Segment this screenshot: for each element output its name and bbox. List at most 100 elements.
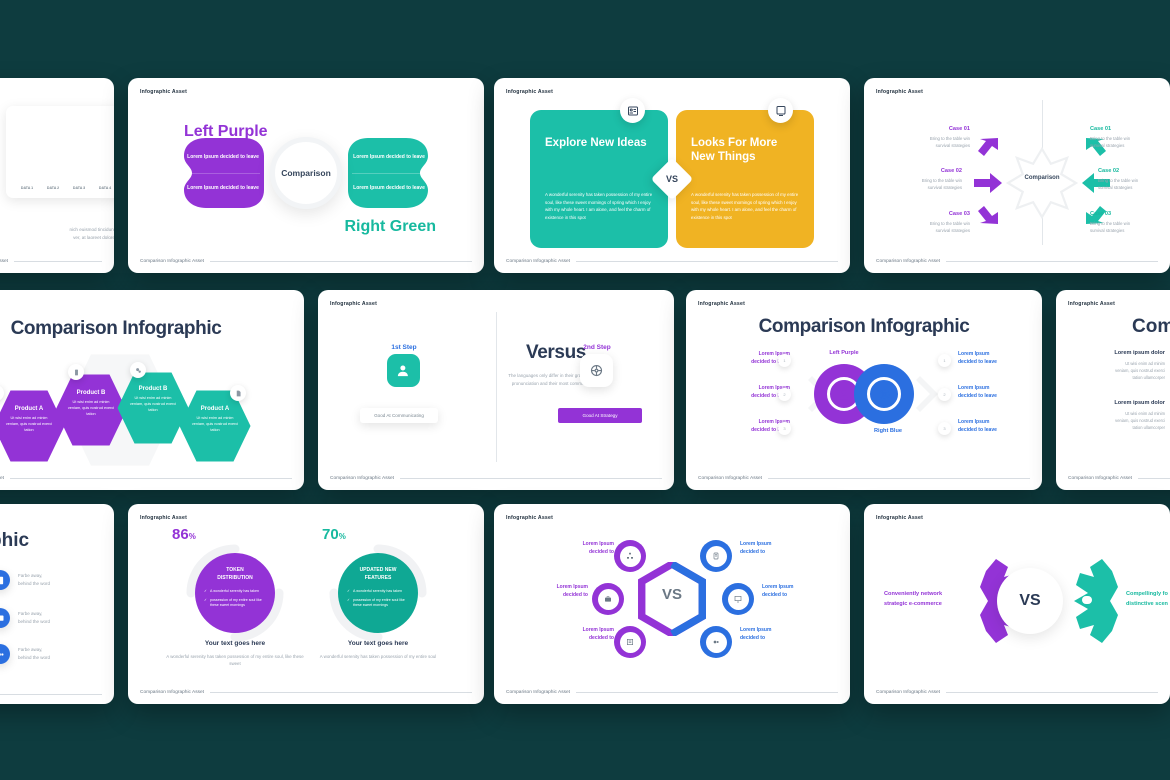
slide-hexagon-products[interactable]: Infographic Asset Comparison Infographic… (0, 290, 304, 490)
footer-rule (946, 692, 1158, 693)
list-item[interactable]: Farbe away, behind the word (0, 570, 50, 590)
left-item-2: Lorem Ipsum decided to leave (187, 185, 259, 191)
case-body: Bring to the table win survival strategi… (921, 178, 962, 191)
node-left-3[interactable] (614, 626, 646, 658)
slide-header: Infographic Asset (506, 89, 554, 95)
footer-text: Comparison Infographic Asset (876, 259, 940, 264)
slide-two-circles[interactable]: Infographic Asset Comparison Infographic… (686, 290, 1042, 490)
slide-title: Com (1132, 316, 1170, 337)
footer-rule (576, 692, 838, 693)
slide-title: Versus (526, 342, 586, 363)
slide-hexagon-vs-nodes[interactable]: Infographic Asset VS Lorem Ipsum decided… (494, 504, 850, 704)
left-donut-bullets: A wonderful serenity has taken possessio… (195, 589, 275, 612)
x-tick: DATA 2 (46, 186, 60, 190)
user-icon[interactable] (387, 354, 420, 387)
footer-rule (0, 694, 102, 695)
left-donut[interactable]: TOKEN DISTRIBUTION A wonderful serenity … (195, 553, 275, 633)
slide-partial-icon-list[interactable]: phic Farbe away, behind the word Farbe a… (0, 504, 114, 704)
slide-explore-vs-looks[interactable]: Infographic Asset Explore New Ideas A wo… (494, 78, 850, 273)
node-left-3-label: Lorem Ipsum decided to (582, 627, 614, 642)
block-title: Lorem ipsum dolor (1114, 400, 1165, 406)
footer-rule (14, 261, 102, 262)
footer-text: Comparison Infographic Asset (0, 476, 4, 481)
slide-title: Comparison Infographic (10, 318, 222, 339)
right-item-2: Lorem Ipsum decided to leave (353, 185, 425, 191)
slide-header: Infographic Asset (876, 515, 924, 521)
right-label: Compellingly fo distinctive scen (1126, 591, 1168, 607)
case-body: Bring to the table win survival strategi… (1090, 136, 1131, 149)
slide-footer: Comparison Infographic Asset (698, 476, 1030, 481)
footer-rule (210, 692, 472, 693)
center-star-shape (1005, 146, 1079, 220)
left-panel-body: A wonderful serenity has taken possessio… (545, 192, 653, 221)
list-item[interactable]: Farbe away, behind the word (0, 608, 50, 628)
contact-icon (0, 570, 10, 590)
node-left-2[interactable] (592, 583, 624, 615)
footer-text: Comparison Infographic Asset (0, 259, 8, 264)
node-right-3[interactable] (700, 626, 732, 658)
slide-bar-chart[interactable]: DATA 1 DATA 2 DATA 3 DATA 4 nich euismod… (0, 78, 114, 273)
slide-footer: Comparison Infographic Asset (330, 476, 662, 481)
case-title: Case 03 (1090, 211, 1112, 217)
footer-text: Comparison Infographic Asset (140, 690, 204, 695)
node-left-1[interactable] (614, 540, 646, 572)
list-item-label: Farbe away, behind the word (18, 611, 51, 624)
id-card-icon (620, 98, 645, 123)
slide-left-purple-right-green[interactable]: Infographic Asset Left Purple Right Gree… (128, 78, 484, 273)
right-panel-title: Looks For More New Things (691, 137, 778, 164)
footer-rule (576, 261, 838, 262)
right-label: Right Blue (874, 428, 902, 434)
left-number-2: 2 (778, 388, 791, 401)
node-right-2[interactable] (722, 583, 754, 615)
right-circle[interactable] (854, 364, 914, 424)
footer-rule (1138, 478, 1170, 479)
right-donut-bullets: A wonderful serenity has taken possessio… (338, 589, 418, 612)
right-donut[interactable]: UPDATED NEW FEATURES A wonderful serenit… (338, 553, 418, 633)
footer-text: Comparison Infographic Asset (1068, 476, 1132, 481)
left-case-1: Case 01 Bring to the table win survival … (898, 126, 970, 149)
slide-footer: Comparison Infographic Asset (506, 690, 838, 695)
caption-title: Your text goes here (347, 640, 409, 647)
right-item-1: Lorem Ipsum decided to leave (353, 154, 425, 160)
right-panel[interactable]: Looks For More New Things A wonderful se… (676, 110, 814, 248)
gears-icon (0, 644, 10, 664)
node-right-1[interactable] (700, 540, 732, 572)
x-tick: DATA 4 (98, 186, 112, 190)
arrow-left-bot-icon (978, 206, 998, 224)
step1-label: 1st Step (391, 344, 417, 351)
right-gear-notch (1082, 596, 1092, 604)
slide-header: Infographic Asset (330, 301, 378, 307)
center-label: Comparison (281, 168, 331, 178)
left-panel[interactable]: Explore New Ideas A wonderful serenity h… (530, 110, 668, 248)
arrow-left-mid-icon (974, 173, 1002, 193)
slide-gear-vs[interactable]: Infographic Asset VS Conveniently networ… (864, 504, 1170, 704)
network-icon[interactable] (580, 354, 613, 387)
bar-chart-x-labels: DATA 1 DATA 2 DATA 3 DATA 4 (14, 186, 114, 190)
slide-percent-donuts[interactable]: Infographic Asset 86% TOKEN DISTRIBUTION… (128, 504, 484, 704)
slide-footer: Comparison Infographic Asset (0, 259, 102, 264)
vs-label: VS (661, 586, 682, 603)
text-block-2: Lorem ipsum dolor Ut wisi enim ad minim … (1070, 400, 1165, 431)
footer-text: Comparison Infographic Asset (876, 690, 940, 695)
node-right-2-label: Lorem Ipsum decided to (762, 584, 794, 599)
case-title: Case 03 (948, 211, 970, 217)
left-number-3: 3 (778, 422, 791, 435)
list-item[interactable]: Farbe away, behind the word (0, 644, 50, 664)
slide-title: Comparison Infographic (758, 316, 970, 337)
slide-versus-steps[interactable]: Infographic Asset 1st Step Good At Commu… (318, 290, 674, 490)
arrow-left-top-icon (978, 138, 998, 156)
note-icon (0, 608, 10, 628)
caption-body: A wonderful serenity has taken possessio… (166, 654, 304, 667)
slide-footer: Comparison Infographic Asset (0, 476, 292, 481)
footer-rule (210, 261, 472, 262)
book-icon (768, 98, 793, 123)
case-body: Bring to the table win survival strategi… (1090, 221, 1131, 234)
right-number-3: 3 (938, 422, 951, 435)
caption-title: Your text goes here (204, 640, 266, 647)
slide-star-cases[interactable]: Infographic Asset Comparison Case 01 Bri… (864, 78, 1170, 273)
phone-icon (68, 364, 84, 380)
slide-header: Infographic Asset (1068, 301, 1116, 307)
center-comparison-ring[interactable]: Comparison (270, 137, 342, 209)
right-item-3: Lorem Ipsum decided to leave (958, 419, 997, 434)
slide-partial-comparison-text[interactable]: Infographic Asset Com Lorem ipsum dolor … (1056, 290, 1170, 490)
